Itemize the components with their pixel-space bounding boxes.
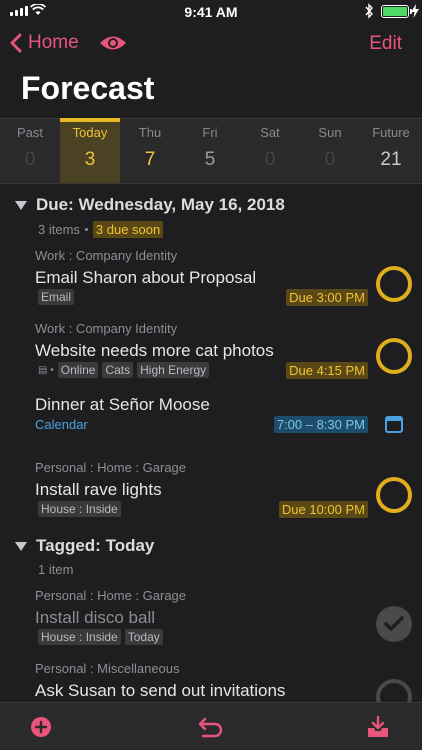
edit-button[interactable]: Edit xyxy=(369,33,402,55)
inbox-icon[interactable] xyxy=(366,715,390,739)
event-time-badge: 7:00 – 8:30 PM xyxy=(273,416,368,433)
day-count: 0 xyxy=(24,149,36,170)
day-count: 3 xyxy=(84,149,96,170)
tagged-section-header[interactable]: Tagged: Today 1 item xyxy=(0,536,422,577)
day-today[interactable]: Today 3 xyxy=(60,118,120,183)
tag: Cats xyxy=(102,362,134,378)
tag: House : Inside xyxy=(38,501,121,517)
due-badge: Due 3:00 PM xyxy=(286,289,368,306)
task-title[interactable]: Email Sharon about Proposal xyxy=(35,268,256,288)
tag: Online xyxy=(57,362,99,378)
task-context: Work : Company Identity xyxy=(35,248,178,263)
tag: Today xyxy=(124,629,163,645)
task-checkbox[interactable] xyxy=(376,266,412,302)
day-label: Past xyxy=(16,125,43,140)
checkmark-icon xyxy=(384,616,404,631)
day-count: 7 xyxy=(144,149,156,170)
day-sat[interactable]: Sat 0 xyxy=(240,119,300,183)
task-checkbox[interactable] xyxy=(376,477,412,513)
task-tags: House : Inside Today xyxy=(38,629,163,645)
day-future[interactable]: Future 21 xyxy=(360,119,422,183)
task-title[interactable]: Ask Susan to send out invitations xyxy=(35,681,285,701)
navigation-bar: Home Edit xyxy=(0,26,422,62)
due-soon-badge: 3 due soon xyxy=(92,221,164,238)
day-past[interactable]: Past 0 xyxy=(0,119,60,183)
forecast-day-strip: Past 0 Today 3 Thu 7 Fri 5 Sat 0 Sun 0 F… xyxy=(0,118,422,184)
day-label: Future xyxy=(372,125,410,140)
day-thu[interactable]: Thu 7 xyxy=(120,119,180,183)
chevron-left-icon xyxy=(10,33,22,53)
day-label: Today xyxy=(72,125,108,140)
tag: Email xyxy=(38,289,75,305)
bluetooth-icon xyxy=(365,3,373,19)
day-label: Sat xyxy=(260,125,280,140)
day-count: 21 xyxy=(380,149,402,170)
tag: House : Inside xyxy=(38,629,121,645)
task-tags: ▤ • Online Cats High Energy xyxy=(38,362,210,378)
battery-icon xyxy=(381,5,412,18)
add-icon[interactable] xyxy=(30,716,52,738)
task-context: Personal : Home : Garage xyxy=(35,588,187,603)
day-label: Sun xyxy=(318,125,342,140)
day-fri[interactable]: Fri 5 xyxy=(180,119,240,183)
task-checkbox[interactable] xyxy=(376,338,412,374)
task-title[interactable]: Install rave lights xyxy=(35,480,162,500)
day-count: 0 xyxy=(324,149,336,170)
task-context: Personal : Miscellaneous xyxy=(35,661,180,676)
back-button[interactable]: Home xyxy=(10,32,79,54)
undo-icon[interactable] xyxy=(197,715,225,739)
task-tags: Email xyxy=(38,289,75,305)
task-row[interactable]: Personal : Miscellaneous Ask Susan to se… xyxy=(0,659,422,702)
due-badge: Due 4:15 PM xyxy=(286,362,368,379)
day-count: 0 xyxy=(264,149,276,170)
disclosure-triangle-icon[interactable] xyxy=(15,541,27,551)
task-title[interactable]: Install disco ball xyxy=(35,608,155,628)
calendar-label: Calendar xyxy=(35,417,88,432)
calendar-icon xyxy=(385,416,403,433)
day-count: 5 xyxy=(204,149,216,170)
status-time: 9:41 AM xyxy=(184,4,238,20)
tag: High Energy xyxy=(137,362,210,378)
charging-icon xyxy=(411,4,419,18)
section-count: 1 item xyxy=(38,562,74,577)
due-section-header[interactable]: Due: Wednesday, May 16, 2018 3 items 3 d… xyxy=(0,195,422,238)
note-icon: ▤ • xyxy=(38,364,54,376)
task-context: Work : Company Identity xyxy=(35,321,178,336)
event-title[interactable]: Dinner at Señor Moose xyxy=(35,395,210,415)
section-title: Tagged: Today xyxy=(36,536,155,555)
page-title: Forecast xyxy=(21,70,155,106)
task-tags: House : Inside xyxy=(38,501,121,517)
day-label: Fri xyxy=(202,125,218,140)
disclosure-triangle-icon[interactable] xyxy=(15,200,27,210)
task-title[interactable]: Website needs more cat photos xyxy=(35,341,274,361)
separator-dot xyxy=(84,228,88,231)
bottom-toolbar xyxy=(0,702,422,750)
day-label: Thu xyxy=(138,125,162,140)
status-bar: 9:41 AM xyxy=(0,0,422,24)
section-count: 3 items xyxy=(38,222,80,237)
day-sun[interactable]: Sun 0 xyxy=(300,119,360,183)
completed-checkbox[interactable] xyxy=(376,606,412,642)
eye-icon[interactable] xyxy=(99,34,127,52)
due-badge: Due 10:00 PM xyxy=(278,501,368,518)
back-label: Home xyxy=(28,32,79,53)
task-context: Personal : Home : Garage xyxy=(35,460,187,475)
section-title: Due: Wednesday, May 16, 2018 xyxy=(36,195,285,214)
task-checkbox[interactable] xyxy=(376,679,412,702)
